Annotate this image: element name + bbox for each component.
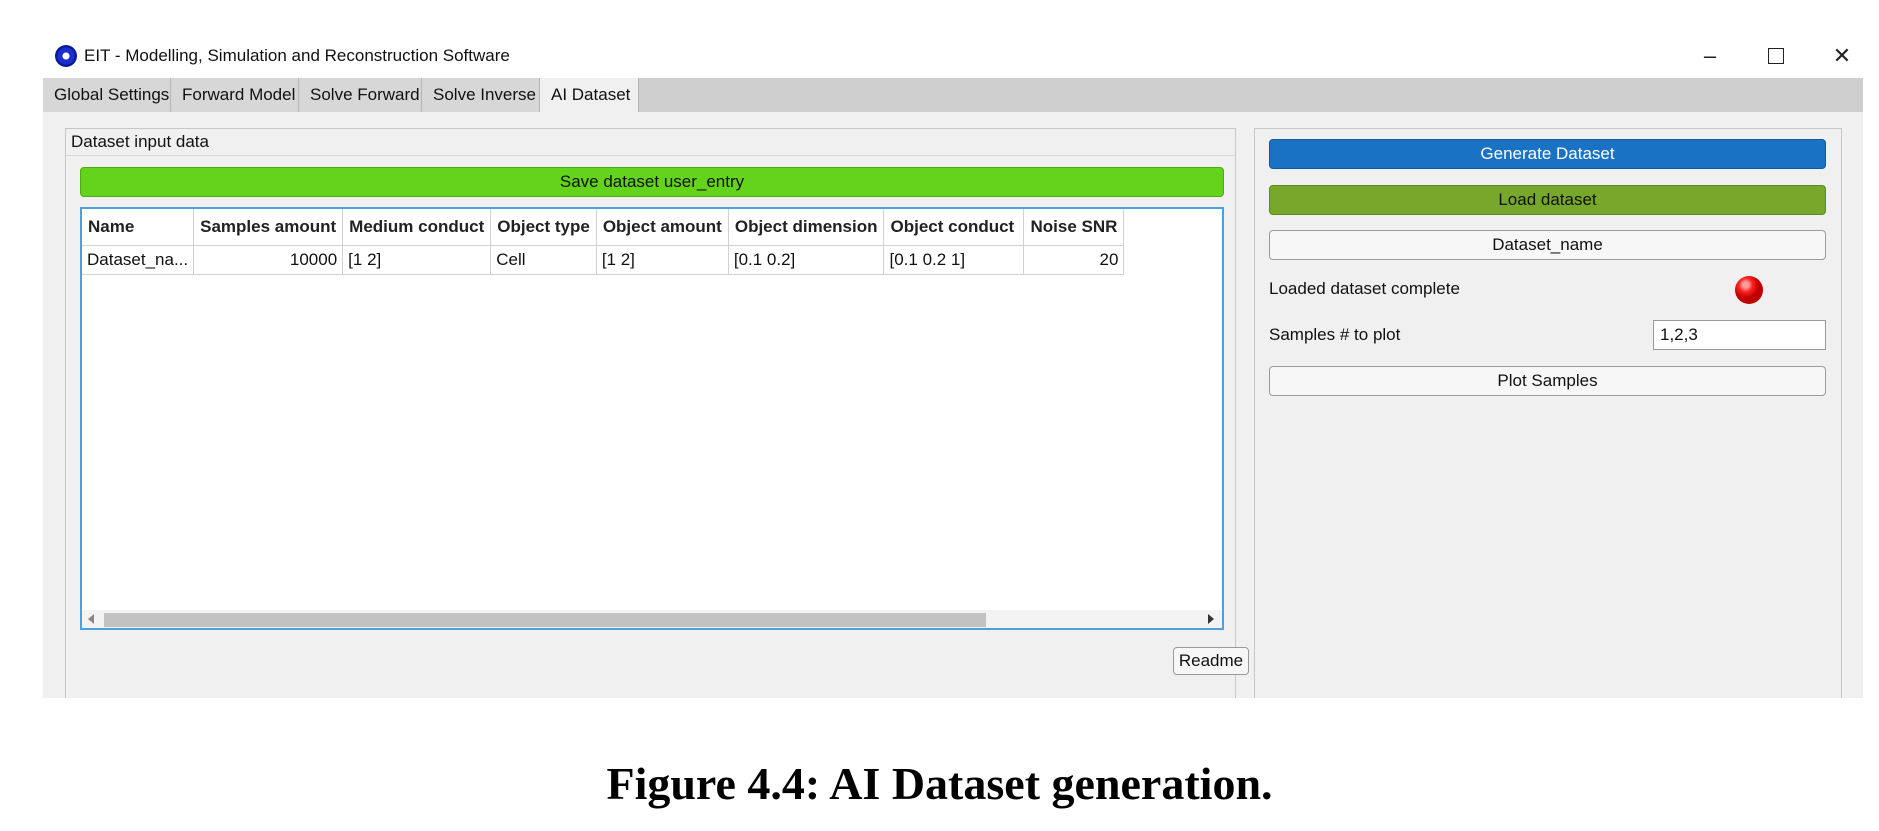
load-dataset-button[interactable]: Load dataset — [1269, 185, 1826, 215]
title-bar: EIT - Modelling, Simulation and Reconstr… — [43, 34, 1863, 78]
dataset-actions-panel: Generate Dataset Load dataset Dataset_na… — [1254, 128, 1842, 698]
column-header-object-dimension[interactable]: Object dimension — [728, 209, 885, 246]
table-header-row: Name Samples amount Medium conduct Objec… — [82, 209, 1125, 246]
tab-bar: Global Settings Forward Model Solve Forw… — [43, 78, 1863, 112]
status-lamp-icon — [1735, 276, 1763, 304]
tab-ai-dataset[interactable]: AI Dataset — [540, 78, 639, 112]
table-cell[interactable]: Cell — [490, 245, 597, 275]
figure-caption: Figure 4.4: AI Dataset generation. — [606, 758, 1273, 809]
table-cell[interactable]: [1 2] — [342, 245, 492, 275]
table-cell[interactable]: Dataset_na... — [82, 245, 195, 275]
panel-title: Dataset input data — [71, 132, 209, 151]
tab-global-settings[interactable]: Global Settings — [43, 78, 171, 112]
column-header-medium-conduct[interactable]: Medium conduct — [342, 209, 492, 246]
samples-to-plot-label: Samples # to plot — [1269, 325, 1401, 344]
app-logo-icon — [55, 45, 77, 67]
scrollbar-thumb[interactable] — [104, 613, 986, 627]
readme-button[interactable]: Readme — [1173, 647, 1249, 675]
table-cell[interactable]: 10000 — [193, 245, 344, 275]
tab-content: Dataset input data Save dataset user_ent… — [43, 112, 1863, 698]
horizontal-scrollbar[interactable] — [82, 610, 1222, 628]
table-cell[interactable]: 20 — [1023, 245, 1125, 275]
divider — [66, 155, 1235, 156]
window-title: EIT - Modelling, Simulation and Reconstr… — [84, 46, 510, 65]
column-header-samples-amount[interactable]: Samples amount — [193, 209, 344, 246]
loaded-status-label: Loaded dataset complete — [1269, 279, 1460, 298]
save-dataset-button[interactable]: Save dataset user_entry — [80, 167, 1224, 197]
tab-forward-model[interactable]: Forward Model — [171, 78, 299, 112]
dataset-table[interactable]: Name Samples amount Medium conduct Objec… — [80, 207, 1224, 630]
scroll-left-icon[interactable] — [88, 614, 94, 624]
table-cell[interactable]: [1 2] — [596, 245, 729, 275]
scroll-right-icon[interactable] — [1208, 614, 1214, 624]
samples-to-plot-input[interactable] — [1653, 320, 1826, 350]
close-button[interactable]: ✕ — [1822, 40, 1862, 72]
column-header-object-type[interactable]: Object type — [490, 209, 597, 246]
table-cell[interactable]: [0.1 0.2] — [728, 245, 885, 275]
column-header-noise-snr[interactable]: Noise SNR — [1023, 209, 1125, 246]
column-header-object-conduct[interactable]: Object conduct — [883, 209, 1025, 246]
tab-solve-inverse[interactable]: Solve Inverse — [422, 78, 540, 112]
minimize-button[interactable]: – — [1690, 40, 1730, 72]
column-header-object-amount[interactable]: Object amount — [596, 209, 729, 246]
dataset-name-button[interactable]: Dataset_name — [1269, 230, 1826, 260]
maximize-icon — [1768, 48, 1784, 64]
tab-solve-forward[interactable]: Solve Forward — [299, 78, 422, 112]
column-header-name[interactable]: Name — [82, 209, 195, 246]
dataset-input-panel: Dataset input data Save dataset user_ent… — [65, 128, 1249, 698]
plot-samples-button[interactable]: Plot Samples — [1269, 366, 1826, 396]
app-window: EIT - Modelling, Simulation and Reconstr… — [43, 34, 1863, 698]
maximize-button[interactable] — [1756, 40, 1796, 72]
generate-dataset-button[interactable]: Generate Dataset — [1269, 139, 1826, 169]
table-row[interactable]: Dataset_na... 10000 [1 2] Cell [1 2] [0.… — [82, 245, 1125, 275]
table-cell[interactable]: [0.1 0.2 1] — [883, 245, 1025, 275]
